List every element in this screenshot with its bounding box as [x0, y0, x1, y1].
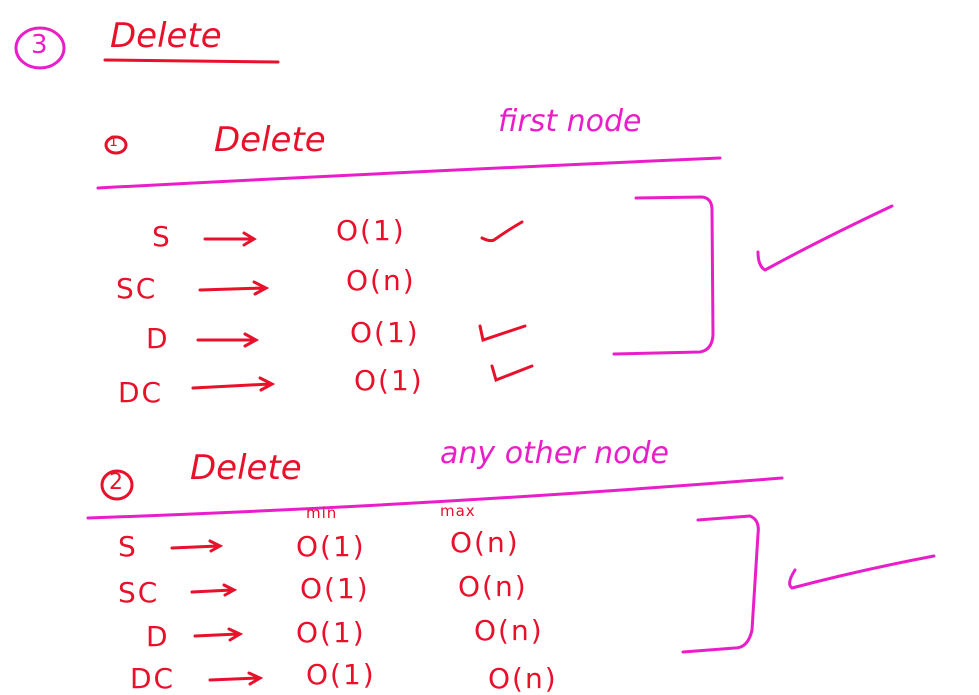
section1-title-first-node: first node	[498, 104, 642, 139]
section2-row4-max: O(n)	[488, 662, 558, 695]
section2-title-any-other-node: any other node	[440, 436, 670, 471]
small-check-row1	[480, 220, 524, 243]
heading-underline	[103, 58, 280, 64]
section2-bracket	[681, 514, 760, 654]
arrow-row4	[191, 376, 276, 392]
section2-row3-label: D	[146, 620, 170, 653]
arrow2-row1	[170, 539, 224, 553]
section2-row1-label: S	[118, 530, 138, 563]
section1-title-delete: Delete	[214, 120, 326, 160]
section1-row3-label: D	[146, 322, 170, 355]
heading-number: 3	[31, 30, 48, 60]
section1-row1-value: O(1)	[336, 214, 406, 247]
section2-row1-max: O(n)	[450, 526, 520, 559]
section2-number: 2	[109, 470, 123, 495]
arrow-row2	[198, 280, 270, 296]
section2-row1-min: O(1)	[296, 530, 366, 563]
section2-big-check	[788, 554, 936, 590]
section2-row3-max: O(n)	[474, 614, 544, 647]
section2-col-min: min	[306, 504, 338, 522]
section1-small-checks	[478, 220, 534, 382]
section1-arrows	[191, 231, 276, 392]
section1-underline	[96, 156, 722, 190]
section2-row4-label: DC	[130, 662, 176, 695]
small-check-row4	[490, 364, 534, 382]
section2-row3-min: O(1)	[296, 616, 366, 649]
section2-row2-min: O(1)	[300, 572, 370, 605]
section2-row4-min: O(1)	[306, 658, 376, 691]
section2-col-max: max	[440, 502, 476, 520]
section1-row3-value: O(1)	[350, 316, 420, 349]
arrow2-row2	[190, 583, 238, 597]
section1-number: 1	[109, 134, 118, 150]
section1-bracket	[612, 195, 715, 356]
section2-title-delete: Delete	[190, 448, 302, 488]
arrow-row3	[196, 332, 260, 348]
arrow2-row3	[193, 627, 244, 642]
arrow2-row4	[208, 671, 264, 686]
section1-big-check	[756, 204, 894, 272]
section1-row2-value: O(n)	[346, 264, 416, 297]
section1-row4-value: O(1)	[354, 364, 424, 397]
section2-row2-label: SC	[118, 576, 160, 609]
section1-row2-label: SC	[116, 272, 158, 305]
section2-row2-max: O(n)	[458, 570, 528, 603]
small-check-row3	[478, 324, 527, 342]
arrow-row1	[203, 231, 257, 247]
page-title: Delete	[110, 16, 222, 56]
section2-arrows	[170, 539, 264, 686]
section1-row4-label: DC	[118, 376, 164, 409]
section1-row1-label: S	[152, 220, 172, 253]
